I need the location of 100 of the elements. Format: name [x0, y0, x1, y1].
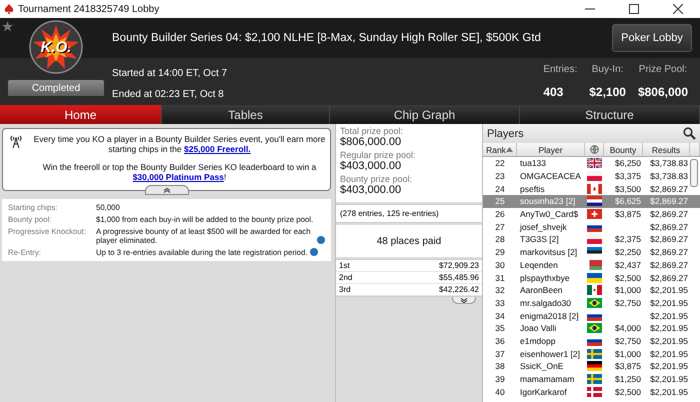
result-cell-text: $2,201.95: [649, 285, 689, 296]
ko-logo: K.O.: [29, 20, 83, 74]
chevron-up-icon: [162, 188, 170, 192]
player-row[interactable]: 22 tua133 $6,250 $3,738.83: [483, 157, 700, 170]
rank-cell-text: 27: [494, 222, 506, 232]
player-row[interactable]: 34 enigma2018 [2] $2,201.95: [483, 309, 700, 322]
player-row[interactable]: 38 SsicK_OnE $3,875 $2,201.95: [483, 360, 700, 373]
player-row[interactable]: 29 markovitsus [2] $2,250 $2,869.27: [483, 246, 700, 258]
flag-icon: [587, 361, 602, 372]
flag-icon: [587, 272, 602, 283]
bounty-cell-text: $1,000: [614, 285, 642, 296]
player-row[interactable]: 37 eisenhower1 [2] $1,000 $2,201.95: [483, 347, 700, 360]
info-icon[interactable]: [310, 248, 318, 256]
pool-label: Bounty prize pool:: [340, 174, 414, 184]
stat-value: 403: [543, 85, 564, 99]
rank-cell-text: 31: [494, 272, 506, 283]
stat-value: $806,000: [638, 85, 688, 99]
star-icon[interactable]: [2, 21, 13, 32]
pool-value: $403,000.00: [340, 160, 402, 172]
bounty-cell-text: $2,250: [614, 247, 642, 258]
player-row[interactable]: 40 IgorKarkarof $2,500 $2,201.95: [483, 385, 700, 398]
player-row[interactable]: 24 pseftis $3,500 $2,869.27: [483, 182, 700, 196]
column-header[interactable]: Bounty: [604, 143, 643, 156]
player-row[interactable]: 39 mamamamam $1,250 $2,201.95: [483, 372, 700, 386]
stat-label: Buy-In:: [590, 64, 624, 75]
bounty-cell-text: $2,750: [614, 298, 642, 308]
player-row[interactable]: 27 josef_shvejk $2,869.27: [483, 220, 700, 234]
result-cell-text: $2,869.27: [649, 272, 689, 283]
places-paid: 48 places paid: [376, 236, 442, 246]
flag-icon: [587, 323, 602, 334]
result-cell-text: $2,869.27: [649, 196, 689, 206]
pool-label: Regular prize pool:: [340, 150, 417, 160]
promo-text: Every time you KO a player in a Bounty Builder Series event, you'll earn more starting chips in the $25,000 Freeroll.: [33, 134, 326, 154]
column-header[interactable]: Player: [517, 143, 585, 156]
tab[interactable]: Home: [0, 105, 162, 124]
result-cell-text: $2,869.27: [649, 234, 689, 244]
collapse-button[interactable]: [144, 185, 188, 195]
chevron-down-icon: [460, 298, 468, 302]
close-icon[interactable]: [673, 4, 683, 14]
player-row[interactable]: 33 mr.salgado30 $2,750 $2,201.95: [483, 296, 700, 310]
globe-icon[interactable]: [590, 145, 598, 154]
flag-icon: [587, 171, 602, 182]
bounty-cell-text: $3,500: [614, 184, 642, 194]
info-icon[interactable]: [317, 236, 325, 244]
promo-link[interactable]: $30,000 Platinum Pass: [132, 172, 224, 182]
rank-cell-text: 37: [494, 348, 506, 359]
rank-cell-text: 29: [494, 247, 506, 258]
bounty-cell-text: $2,750: [614, 336, 642, 346]
player-row[interactable]: 31 plspaythxbye $2,500 $2,869.27: [483, 271, 700, 284]
bounty-cell-text: $3,875: [614, 209, 642, 220]
result-cell-text: $2,201.95: [649, 374, 689, 384]
rank-cell-text: 32: [494, 285, 506, 296]
pool-value: $806,000.00: [340, 136, 402, 148]
player-row[interactable]: 32 AaronBeen $1,000 $2,201.95: [483, 284, 700, 297]
bounty-cell-text: $4,000: [614, 323, 642, 334]
result-cell-text: $2,869.27: [649, 222, 689, 232]
promo-link[interactable]: $25,000 Freeroll.: [184, 144, 251, 154]
result-cell-text: $2,201.95: [649, 348, 689, 359]
flag-icon: [587, 184, 602, 194]
stat-label: Prize Pool:: [638, 64, 688, 75]
window-title: Tournament 2418325749 Lobby: [18, 4, 160, 14]
tab[interactable]: Tables: [162, 105, 330, 124]
flag-icon: [587, 348, 602, 359]
rank-cell-text: 34: [494, 310, 506, 321]
pool-label: Total prize pool:: [340, 126, 404, 136]
result-cell-text: $2,201.95: [649, 336, 689, 346]
result-cell-text: $2,869.27: [649, 247, 689, 258]
bounty-cell-text: $1,250: [614, 374, 642, 384]
column-header[interactable]: Results: [643, 143, 690, 156]
player-row[interactable]: 23 OMGACEACEA $3,375 $3,738.83: [483, 170, 700, 182]
column-header[interactable]: Rank: [483, 143, 517, 156]
amount-cell: $42,226.42: [438, 285, 479, 294]
app-icon: [4, 4, 14, 14]
result-cell-text: $2,201.95: [649, 361, 689, 372]
bounty-cell-text: $2,437: [614, 260, 642, 270]
rank-cell-text: 36: [494, 336, 506, 346]
maximize-icon[interactable]: [629, 4, 639, 14]
poker-lobby-button[interactable]: Poker Lobby: [612, 24, 692, 52]
result-cell-text: $2,869.27: [649, 184, 689, 194]
flag-icon: [587, 374, 602, 384]
scrollbar-thumb[interactable]: [690, 159, 698, 187]
stat-value: $2,100: [589, 85, 626, 99]
player-row[interactable]: 35 Joao Valli $4,000 $2,201.95: [483, 322, 700, 335]
tab[interactable]: Chip Graph: [330, 105, 520, 124]
player-row[interactable]: 30 Leqenden $2,437 $2,869.27: [483, 258, 700, 272]
rank-cell-text: 39: [494, 374, 506, 384]
result-cell-text: $3,738.83: [649, 158, 689, 168]
tab[interactable]: Structure: [520, 105, 700, 124]
flag-icon: [587, 298, 602, 308]
end-time: Ended at 02:23 ET, Oct 8: [112, 89, 225, 100]
rank-cell-text: 28: [494, 234, 506, 244]
expand-button[interactable]: [452, 297, 476, 304]
bounty-cell-text: $3,875: [614, 361, 642, 372]
search-icon[interactable]: [683, 127, 696, 140]
player-row[interactable]: 26 AnyTw0_Card$ $3,875 $2,869.27: [483, 208, 700, 220]
bounty-cell-text: $6,625: [614, 196, 642, 206]
amount-cell: $72,909.23: [438, 261, 479, 270]
flag-icon: [587, 285, 602, 296]
player-row[interactable]: 28 T3G3S [2] $2,375 $2,869.27: [483, 233, 700, 246]
player-row[interactable]: 36 e1mdopp $2,750 $2,201.95: [483, 334, 700, 348]
